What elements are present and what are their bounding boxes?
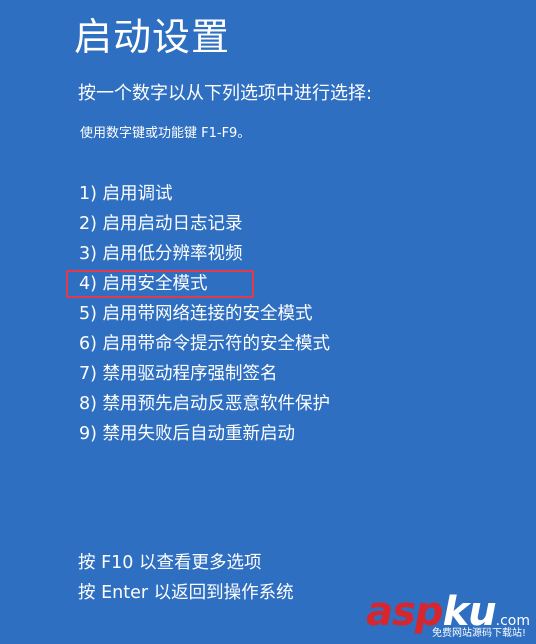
footer-instructions: 按 F10 以查看更多选项 按 Enter 以返回到操作系统 bbox=[78, 548, 294, 608]
more-options-prompt[interactable]: 按 F10 以查看更多选项 bbox=[78, 548, 294, 578]
startup-settings-screen: 启动设置 按一个数字以从下列选项中进行选择: 使用数字键或功能键 F1-F9。 … bbox=[0, 0, 536, 644]
watermark-tagline: 免费网站源码下载站! bbox=[431, 628, 526, 639]
option-disable-driver-signature-enforcement[interactable]: 7) 禁用驱动程序强制签名 bbox=[79, 359, 330, 389]
option-disable-automatic-restart[interactable]: 9) 禁用失败后自动重新启动 bbox=[79, 419, 330, 449]
option-enable-low-resolution-video[interactable]: 3) 启用低分辨率视频 bbox=[79, 239, 330, 269]
option-disable-early-launch-antimalware[interactable]: 8) 禁用预先启动反恶意软件保护 bbox=[79, 389, 330, 419]
return-to-os-prompt[interactable]: 按 Enter 以返回到操作系统 bbox=[78, 578, 294, 608]
site-watermark: aspku.com 免费网站源码下载站! bbox=[360, 592, 530, 640]
option-enable-debugging[interactable]: 1) 启用调试 bbox=[79, 179, 330, 209]
option-enable-boot-logging[interactable]: 2) 启用启动日志记录 bbox=[79, 209, 330, 239]
startup-options-list: 1) 启用调试 2) 启用启动日志记录 3) 启用低分辨率视频 4) 启用安全模… bbox=[65, 179, 330, 449]
watermark-logo-suffix: .com bbox=[495, 613, 530, 629]
page-title: 启动设置 bbox=[74, 15, 231, 59]
option-safe-mode-command-prompt[interactable]: 6) 启用带命令提示符的安全模式 bbox=[79, 329, 330, 359]
instruction-text: 按一个数字以从下列选项中进行选择: bbox=[78, 83, 373, 104]
key-hint-text: 使用数字键或功能键 F1-F9。 bbox=[80, 126, 251, 141]
option-enable-safe-mode[interactable]: 4) 启用安全模式 bbox=[65, 269, 330, 299]
option-safe-mode-networking[interactable]: 5) 启用带网络连接的安全模式 bbox=[79, 299, 330, 329]
